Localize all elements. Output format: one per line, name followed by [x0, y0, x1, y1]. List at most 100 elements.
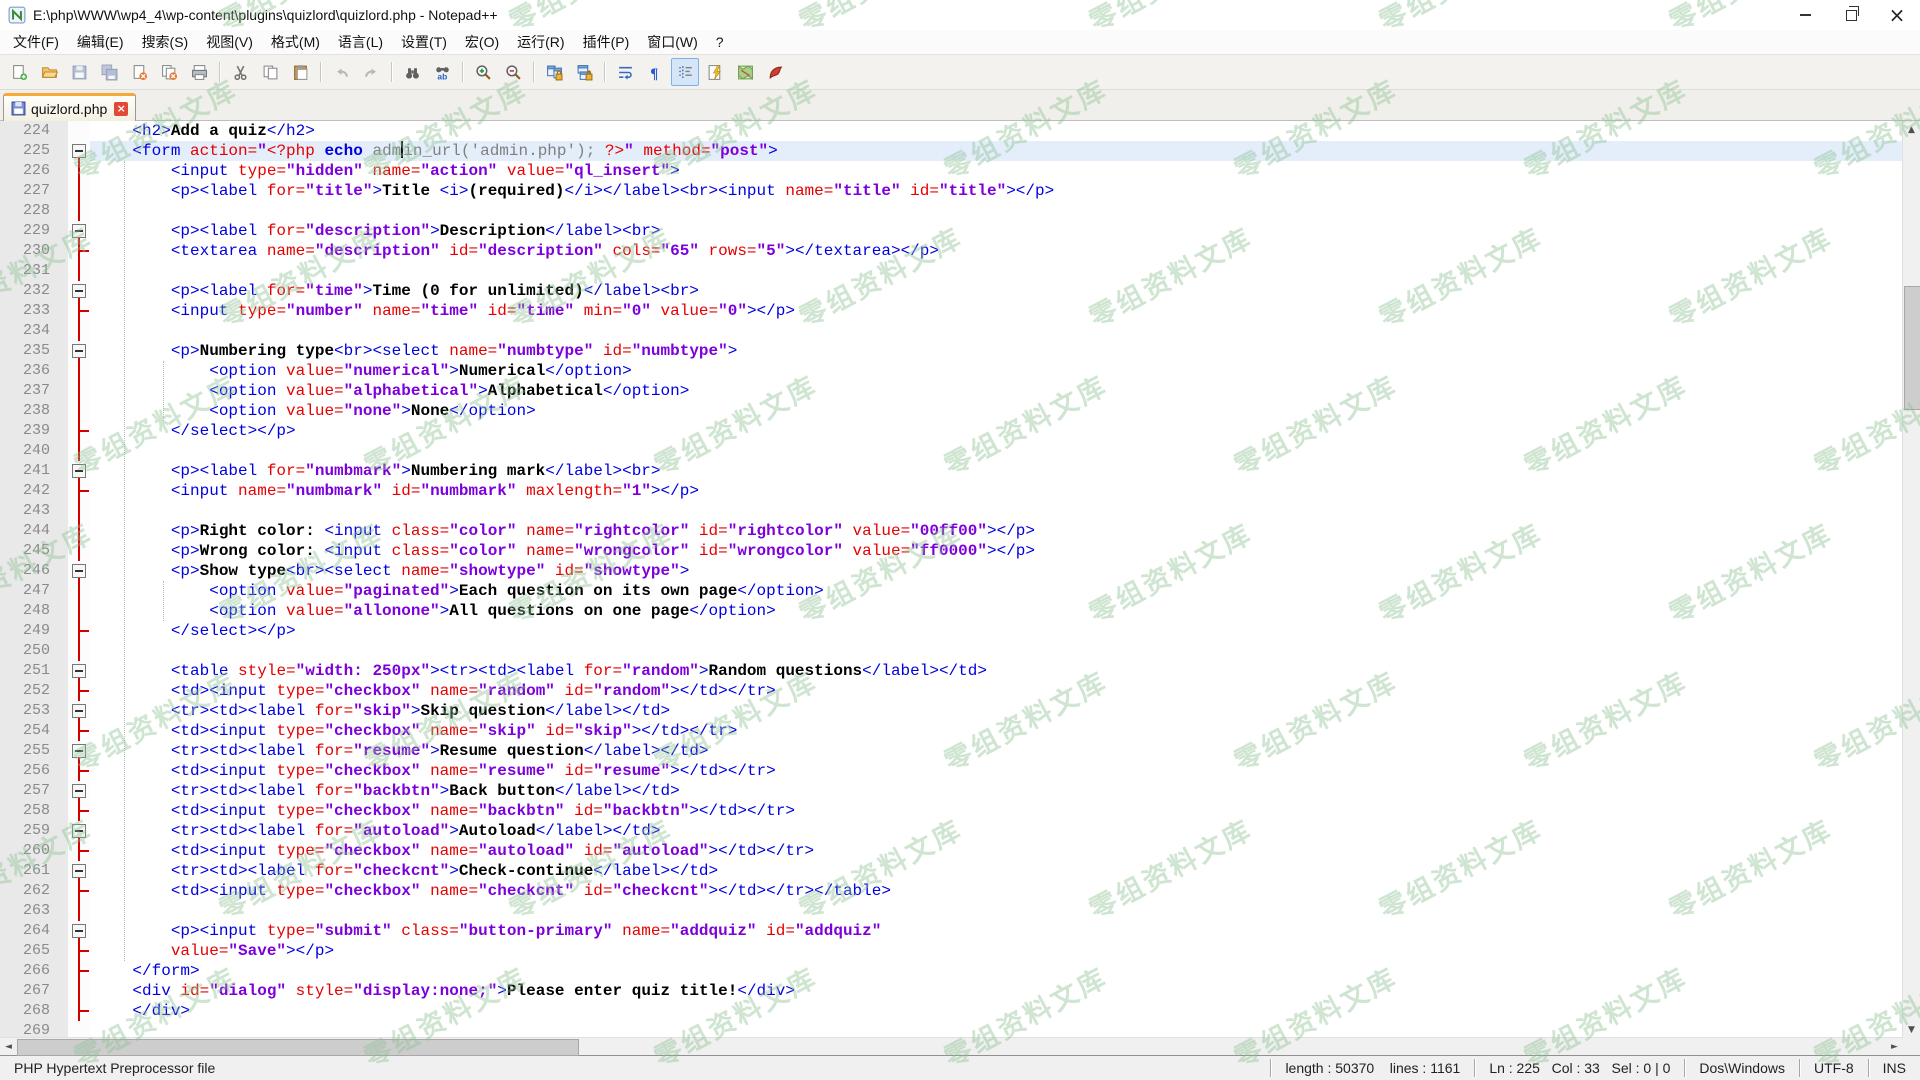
scroll-down-icon[interactable]: ▼ — [1903, 1021, 1920, 1038]
code-text[interactable]: <tr><td><label for="checkcnt">Check-cont… — [90, 861, 1903, 881]
menu-item[interactable]: 设置(T) — [392, 30, 456, 54]
code-text[interactable] — [90, 321, 1903, 341]
code-text[interactable]: <p>Numbering type<br><select name="numbt… — [90, 341, 1903, 361]
horizontal-scroll-thumb[interactable] — [17, 1039, 579, 1056]
menu-item[interactable]: 编辑(E) — [68, 30, 133, 54]
close-all-icon[interactable] — [155, 58, 183, 86]
fold-collapse-box[interactable] — [72, 664, 86, 678]
function-list-icon[interactable] — [701, 58, 729, 86]
fold-collapse-box[interactable] — [72, 924, 86, 938]
scroll-right-icon[interactable]: ► — [1886, 1038, 1903, 1055]
code-text[interactable] — [90, 1021, 1903, 1038]
fold-collapse-box[interactable] — [72, 464, 86, 478]
vertical-scrollbar[interactable]: ▲ ▼ — [1902, 121, 1920, 1038]
fold-collapse-box[interactable] — [72, 344, 86, 358]
redo-icon[interactable] — [357, 58, 385, 86]
code-text[interactable]: <p><label for="title">Title <i>(required… — [90, 181, 1903, 201]
sync-scroll-v-icon[interactable] — [540, 58, 568, 86]
horizontal-scrollbar[interactable]: ◄ ► — [0, 1037, 1903, 1055]
code-text[interactable]: <tr><td><label for="backbtn">Back button… — [90, 781, 1903, 801]
code-text[interactable]: <p>Right color: <input class="color" nam… — [90, 521, 1903, 541]
fold-collapse-box[interactable] — [72, 144, 86, 158]
show-all-chars-icon[interactable]: ¶ — [641, 58, 669, 86]
tab-close-icon[interactable]: × — [114, 102, 128, 116]
code-text[interactable]: <p>Show type<br><select name="showtype" … — [90, 561, 1903, 581]
code-text[interactable]: <option value="paginated">Each question … — [90, 581, 1903, 601]
new-file-icon[interactable] — [5, 58, 33, 86]
indent-guide-icon[interactable] — [671, 58, 699, 86]
scroll-up-icon[interactable]: ▲ — [1903, 121, 1920, 138]
code-text[interactable]: <p><label for="time">Time (0 for unlimit… — [90, 281, 1903, 301]
paste-icon[interactable] — [286, 58, 314, 86]
code-text[interactable]: value="Save"></p> — [90, 941, 1903, 961]
code-text[interactable]: <p><label for="description">Description<… — [90, 221, 1903, 241]
menu-item[interactable]: 宏(O) — [456, 30, 508, 54]
menu-item[interactable]: 插件(P) — [574, 30, 639, 54]
code-text[interactable] — [90, 261, 1903, 281]
code-text[interactable]: <tr><td><label for="autoload">Autoload</… — [90, 821, 1903, 841]
code-text[interactable]: <tr><td><label for="skip">Skip question<… — [90, 701, 1903, 721]
menu-item[interactable]: 文件(F) — [4, 30, 68, 54]
code-text[interactable]: <table style="width: 250px"><tr><td><lab… — [90, 661, 1903, 681]
menu-item[interactable]: 语言(L) — [329, 30, 392, 54]
cut-icon[interactable] — [226, 58, 254, 86]
code-text[interactable]: <div id="dialog" style="display:none;">P… — [90, 981, 1903, 1001]
code-text[interactable] — [90, 901, 1903, 921]
code-text[interactable]: <form action="<?php echo admin_url('admi… — [90, 141, 1903, 161]
code-text[interactable] — [90, 501, 1903, 521]
code-text[interactable]: <td><input type="checkbox" name="autoloa… — [90, 841, 1903, 861]
code-text[interactable]: <option value="alphabetical">Alphabetica… — [90, 381, 1903, 401]
code-text[interactable]: <option value="allonone">All questions o… — [90, 601, 1903, 621]
fold-collapse-box[interactable] — [72, 224, 86, 238]
code-text[interactable]: <input type="hidden" name="action" value… — [90, 161, 1903, 181]
code-text[interactable]: <p><label for="numbmark">Numbering mark<… — [90, 461, 1903, 481]
code-text[interactable]: </select></p> — [90, 421, 1903, 441]
code-text[interactable]: <p><input type="submit" class="button-pr… — [90, 921, 1903, 941]
fold-collapse-box[interactable] — [72, 824, 86, 838]
open-file-icon[interactable] — [35, 58, 63, 86]
code-text[interactable] — [90, 201, 1903, 221]
menu-item[interactable]: 格式(M) — [262, 30, 329, 54]
fold-collapse-box[interactable] — [72, 284, 86, 298]
restore-button[interactable] — [1828, 0, 1874, 30]
code-text[interactable]: <td><input type="checkbox" name="backbtn… — [90, 801, 1903, 821]
minimize-button[interactable] — [1782, 0, 1828, 30]
close-file-icon[interactable] — [125, 58, 153, 86]
word-wrap-icon[interactable] — [611, 58, 639, 86]
replace-icon[interactable]: ab — [428, 58, 456, 86]
code-text[interactable]: <h2>Add a quiz</h2> — [90, 121, 1903, 141]
code-text[interactable] — [90, 641, 1903, 661]
code-text[interactable]: <option value="none">None</option> — [90, 401, 1903, 421]
code-text[interactable]: <p>Wrong color: <input class="color" nam… — [90, 541, 1903, 561]
save-icon[interactable] — [65, 58, 93, 86]
undo-icon[interactable] — [327, 58, 355, 86]
code-text[interactable]: </select></p> — [90, 621, 1903, 641]
code-text[interactable]: <input name="numbmark" id="numbmark" max… — [90, 481, 1903, 501]
code-text[interactable]: <option value="numerical">Numerical</opt… — [90, 361, 1903, 381]
print-icon[interactable] — [185, 58, 213, 86]
vertical-scroll-thumb[interactable] — [1904, 286, 1920, 410]
code-text[interactable]: <td><input type="checkbox" name="resume"… — [90, 761, 1903, 781]
copy-icon[interactable] — [256, 58, 284, 86]
code-text[interactable]: </form> — [90, 961, 1903, 981]
sync-scroll-h-icon[interactable] — [570, 58, 598, 86]
menu-item[interactable]: 窗口(W) — [638, 30, 707, 54]
menu-item[interactable]: 视图(V) — [197, 30, 262, 54]
menu-item[interactable]: 搜索(S) — [133, 30, 198, 54]
scroll-left-icon[interactable]: ◄ — [0, 1038, 17, 1055]
close-button[interactable]: × — [1874, 0, 1920, 30]
fold-collapse-box[interactable] — [72, 744, 86, 758]
fold-collapse-box[interactable] — [72, 564, 86, 578]
zoom-out-icon[interactable] — [499, 58, 527, 86]
zoom-in-icon[interactable] — [469, 58, 497, 86]
code-text[interactable]: <td><input type="checkbox" name="checkcn… — [90, 881, 1903, 901]
code-text[interactable]: <input type="number" name="time" id="tim… — [90, 301, 1903, 321]
code-text[interactable]: <textarea name="description" id="descrip… — [90, 241, 1903, 261]
code-text[interactable]: <td><input type="checkbox" name="skip" i… — [90, 721, 1903, 741]
save-all-icon[interactable] — [95, 58, 123, 86]
text-editor[interactable]: 224 <h2>Add a quiz</h2>225 <form action=… — [0, 121, 1903, 1038]
code-text[interactable]: </div> — [90, 1001, 1903, 1021]
code-text[interactable]: <tr><td><label for="resume">Resume quest… — [90, 741, 1903, 761]
menu-item[interactable]: ? — [707, 32, 733, 52]
code-text[interactable] — [90, 441, 1903, 461]
